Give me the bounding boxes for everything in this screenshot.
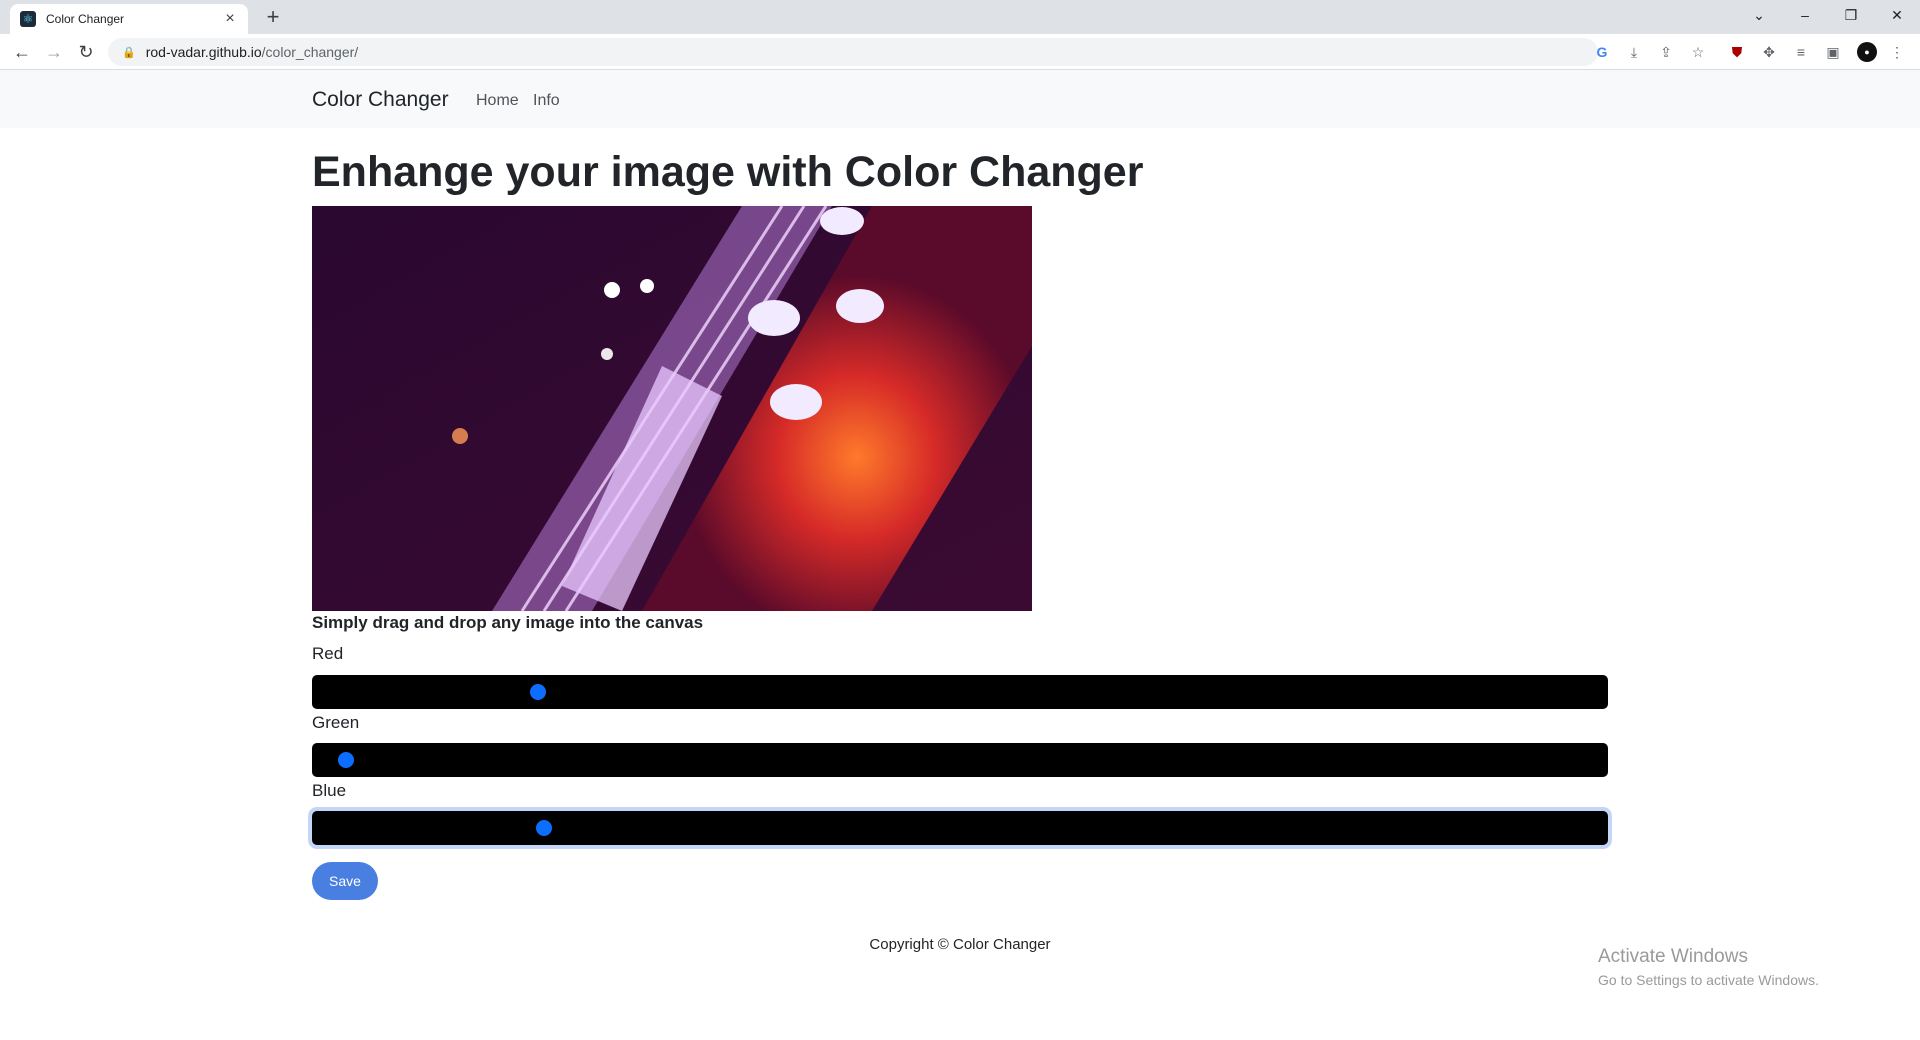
app-navbar: Color Changer Home Info — [0, 70, 1920, 128]
url-path: /color_changer/ — [261, 44, 359, 60]
red-slider[interactable] — [312, 675, 1608, 709]
drag-drop-hint: Simply drag and drop any image into the … — [312, 613, 704, 632]
google-icon[interactable]: G — [1592, 42, 1612, 62]
close-tab-icon[interactable]: × — [222, 10, 238, 28]
minimize-icon[interactable]: – — [1782, 0, 1828, 30]
blue-slider[interactable] — [312, 811, 1608, 845]
reload-icon[interactable]: ↻ — [72, 38, 100, 66]
activation-subtitle: Go to Settings to activate Windows. — [1598, 972, 1819, 988]
activation-title: Activate Windows — [1598, 946, 1748, 967]
image-canvas[interactable] — [312, 206, 1032, 611]
ublock-shield-icon[interactable]: ⛊ — [1727, 42, 1747, 62]
extensions-puzzle-icon[interactable]: ✥ — [1759, 42, 1779, 62]
red-slider-thumb[interactable] — [529, 684, 546, 700]
lock-icon: 🔒 — [122, 46, 136, 59]
new-tab-icon[interactable]: + — [260, 4, 286, 30]
restore-icon[interactable]: ❐ — [1828, 0, 1874, 30]
browser-toolbar: ← → ↻ 🔒 rod-vadar.github.io /color_chang… — [0, 34, 1920, 70]
green-slider[interactable] — [312, 743, 1608, 777]
nav-link-home[interactable]: Home — [476, 92, 519, 110]
address-bar[interactable]: 🔒 rod-vadar.github.io /color_changer/ — [108, 38, 1598, 66]
red-slider-label: Red — [312, 644, 344, 663]
green-slider-label: Green — [312, 713, 360, 732]
forward-icon[interactable]: → — [40, 38, 68, 66]
browser-tab-strip: ⚛ Color Changer × + ⌄ – ❐ ✕ — [0, 0, 1920, 34]
blue-slider-thumb[interactable] — [536, 820, 552, 836]
close-window-icon[interactable]: ✕ — [1874, 0, 1920, 30]
nav-link-info[interactable]: Info — [533, 92, 560, 110]
install-app-icon[interactable]: ⤓ — [1624, 42, 1644, 62]
share-icon[interactable]: ⇪ — [1656, 42, 1676, 62]
save-button[interactable]: Save — [312, 862, 378, 900]
bookmark-star-icon[interactable]: ☆ — [1688, 42, 1708, 62]
blue-slider-label: Blue — [312, 781, 347, 800]
react-favicon-icon: ⚛ — [20, 11, 36, 27]
tab-title: Color Changer — [46, 12, 125, 26]
tab-search-chevron-icon[interactable]: ⌄ — [1736, 0, 1782, 30]
page-title: Enhange your image with Color Changer — [312, 148, 1144, 196]
menu-kebab-icon[interactable]: ⋮ — [1887, 42, 1907, 62]
reading-list-icon[interactable]: ≡ — [1791, 42, 1811, 62]
profile-avatar-icon[interactable]: ● — [1857, 42, 1877, 62]
navbar-brand[interactable]: Color Changer — [312, 88, 449, 112]
browser-tab[interactable]: ⚛ Color Changer × — [10, 4, 248, 34]
back-icon[interactable]: ← — [8, 38, 36, 66]
guitar-photo — [312, 206, 1032, 611]
side-panel-icon[interactable]: ▣ — [1823, 42, 1843, 62]
url-host: rod-vadar.github.io — [145, 44, 262, 60]
windows-activation-watermark: Activate Windows Go to Settings to activ… — [1598, 946, 1819, 988]
green-slider-thumb[interactable] — [337, 752, 354, 768]
